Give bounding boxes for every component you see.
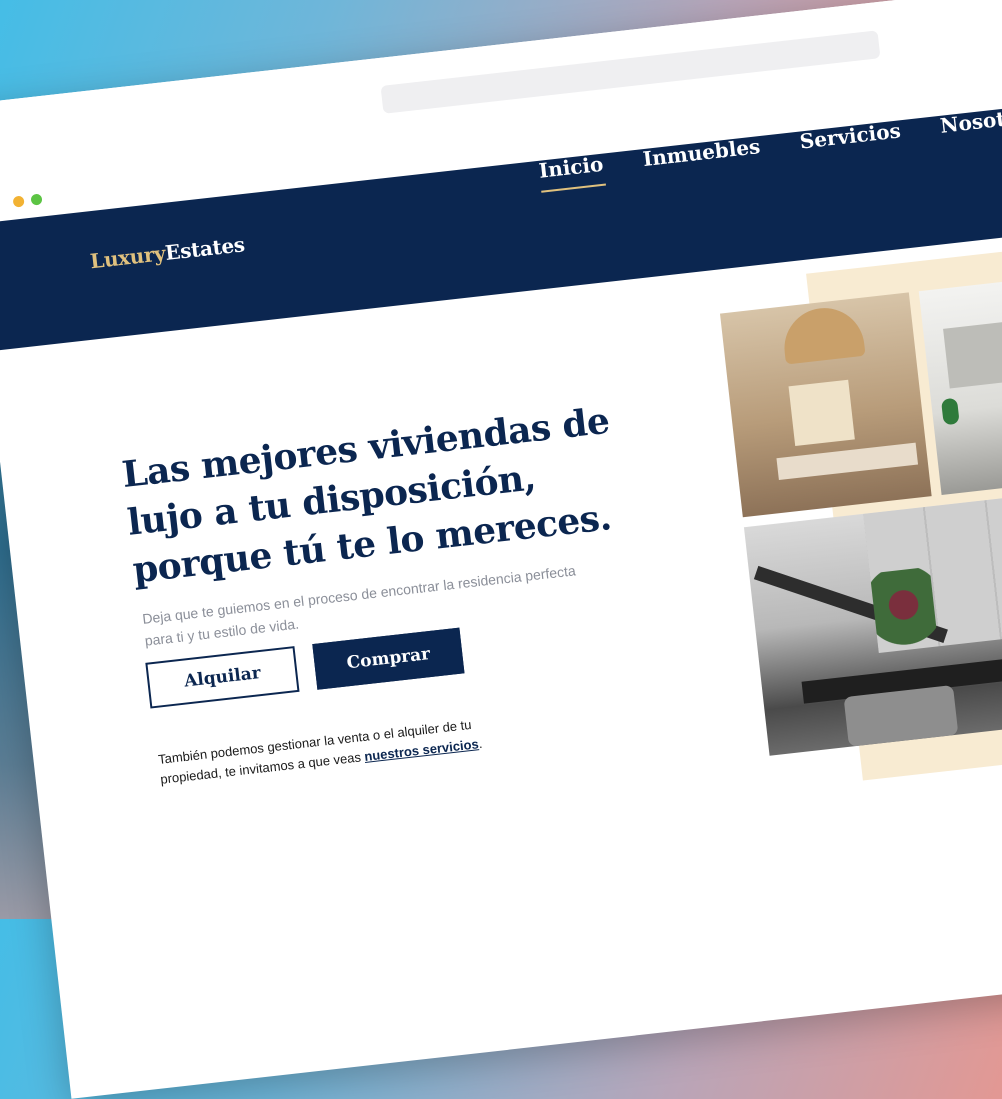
wall-art-shape: [943, 318, 1002, 389]
hero-gallery: [717, 229, 1002, 801]
kitchen-photo: [719, 292, 932, 518]
plant-shape: [940, 397, 960, 426]
flower-vase-shape: [869, 566, 941, 673]
nav-link-inmuebles[interactable]: Inmuebles: [642, 134, 763, 181]
nav-link-servicios[interactable]: Servicios: [798, 118, 902, 163]
minimize-window-icon[interactable]: [12, 195, 25, 208]
pendant-lamp-shape: [780, 303, 866, 365]
buy-button[interactable]: Comprar: [312, 627, 465, 690]
nav-link-inicio[interactable]: Inicio: [538, 152, 606, 193]
living-area-photo: [743, 477, 1002, 756]
maximize-window-icon[interactable]: [30, 193, 43, 206]
footnote-period: .: [477, 735, 484, 752]
brand-name-luxury: Luxury: [88, 241, 167, 274]
brand-logo[interactable]: LuxuryEstates: [89, 232, 246, 273]
kitchen-island-shape: [776, 442, 919, 481]
address-bar[interactable]: [380, 30, 881, 114]
window-shape: [788, 379, 855, 447]
brand-name-estates: Estates: [163, 232, 246, 265]
services-footnote: También podemos gestionar la venta o el …: [157, 710, 519, 790]
browser-window: LuxuryEstates Inicio Inmuebles Servicios…: [0, 0, 1002, 1099]
nav-link-nosotros[interactable]: Nosotros: [939, 103, 1002, 148]
rent-button[interactable]: Alquilar: [145, 646, 300, 709]
